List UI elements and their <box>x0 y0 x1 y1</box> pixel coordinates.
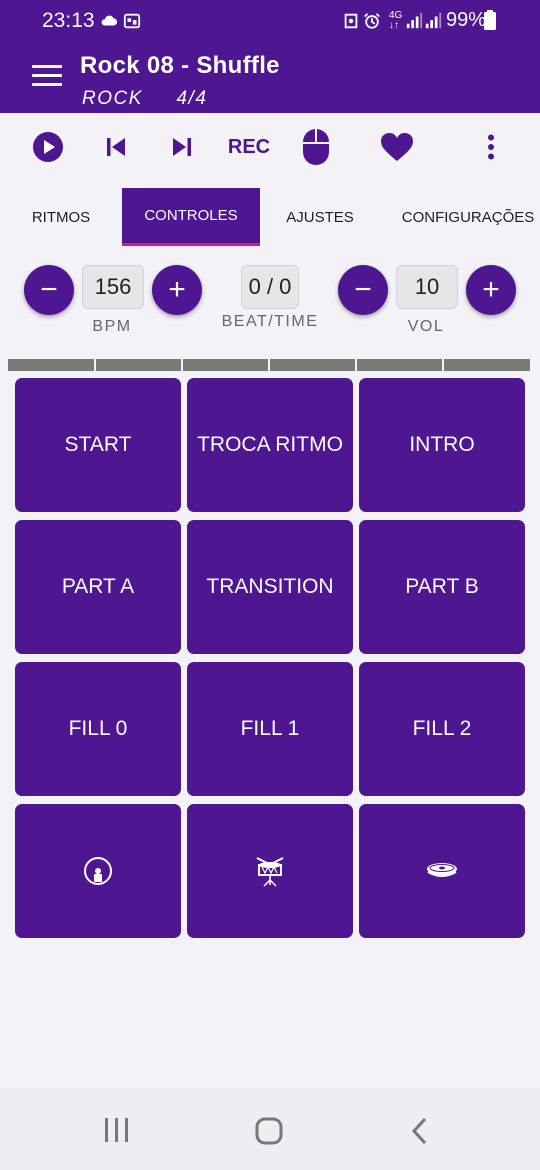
vol-decrease-button[interactable]: − <box>338 265 388 315</box>
tab-ritmos[interactable]: RITMOS <box>10 188 112 246</box>
beat-time-label: BEAT/TIME <box>221 313 319 330</box>
vol-value[interactable]: 10 <box>396 265 458 309</box>
beat-segment <box>96 359 181 371</box>
signal-icon <box>406 12 423 29</box>
pad-start[interactable]: START <box>15 378 181 512</box>
bpm-value[interactable]: 156 <box>82 265 144 309</box>
pad-fill-2[interactable]: FILL 2 <box>359 662 525 796</box>
home-button[interactable] <box>254 1116 284 1151</box>
menu-icon[interactable] <box>32 65 62 87</box>
song-title: Rock 08 - Shuffle <box>80 52 280 79</box>
alarm-icon <box>364 13 380 29</box>
beat-segment <box>183 359 268 371</box>
heart-icon <box>381 133 413 161</box>
mouse-icon <box>303 129 329 165</box>
mouse-button[interactable] <box>296 126 336 168</box>
song-subtitle: ROCK 4/4 <box>82 88 207 110</box>
app-bar: Rock 08 - Shuffle ROCK 4/4 <box>0 42 540 113</box>
pad-fill-0[interactable]: FILL 0 <box>15 662 181 796</box>
play-icon <box>33 132 63 162</box>
bpm-increase-button[interactable]: + <box>152 265 202 315</box>
recents-button[interactable] <box>98 1116 134 1149</box>
pad-fill-1[interactable]: FILL 1 <box>187 662 353 796</box>
pad-cymbal[interactable] <box>359 804 525 938</box>
cloud-icon <box>101 15 118 26</box>
pad-bass-drum[interactable] <box>15 804 181 938</box>
more-options-button[interactable] <box>472 126 510 168</box>
4g-icon: 4G ↓↑ <box>389 10 403 31</box>
cymbal-icon <box>427 863 457 877</box>
tab-controles[interactable]: CONTROLES <box>122 188 260 246</box>
time-signature: 4/4 <box>176 88 208 109</box>
back-button[interactable] <box>408 1116 432 1151</box>
skip-next-icon <box>173 138 191 156</box>
rec-button[interactable]: REC <box>222 126 276 168</box>
home-icon <box>255 1117 283 1145</box>
system-nav-bar <box>0 1088 540 1170</box>
play-button[interactable] <box>28 126 68 168</box>
bpm-decrease-button[interactable]: − <box>24 265 74 315</box>
pad-snare-drum[interactable] <box>187 804 353 938</box>
battery-percent: 99% <box>446 9 487 31</box>
tab-ajustes[interactable]: AJUSTES <box>268 188 372 246</box>
beat-segment <box>357 359 442 371</box>
pad-part-b[interactable]: PART B <box>359 520 525 654</box>
photo-icon <box>123 13 141 29</box>
vol-label: VOL <box>407 318 445 335</box>
next-button[interactable] <box>162 126 202 168</box>
beat-time-value: 0 / 0 <box>241 265 299 309</box>
back-icon <box>411 1117 427 1145</box>
bass-drum-icon <box>84 857 112 885</box>
lock-icon <box>344 13 358 29</box>
tab-configuracoes[interactable]: CONFIGURAÇÕES <box>398 188 538 246</box>
status-time: 23:13 <box>42 9 95 32</box>
previous-button[interactable] <box>96 126 136 168</box>
battery-icon <box>484 10 496 30</box>
skip-previous-icon <box>107 138 125 156</box>
pad-part-a[interactable]: PART A <box>15 520 181 654</box>
beat-segment <box>444 359 530 371</box>
signal-icon <box>425 12 442 29</box>
recents-icon <box>105 1118 128 1142</box>
beat-segment <box>270 359 355 371</box>
pad-intro[interactable]: INTRO <box>359 378 525 512</box>
beat-segment <box>8 359 94 371</box>
snare-drum-icon <box>256 857 284 887</box>
pad-transition[interactable]: TRANSITION <box>187 520 353 654</box>
vol-increase-button[interactable]: + <box>466 265 516 315</box>
rhythm-style: ROCK <box>82 88 143 109</box>
more-vertical-icon <box>488 134 494 160</box>
bpm-label: BPM <box>92 318 132 335</box>
status-bar: 23:13 4G ↓↑ 99% <box>0 0 540 42</box>
favorite-button[interactable] <box>376 126 418 168</box>
pad-troca-ritmo[interactable]: TROCA RITMO <box>187 378 353 512</box>
